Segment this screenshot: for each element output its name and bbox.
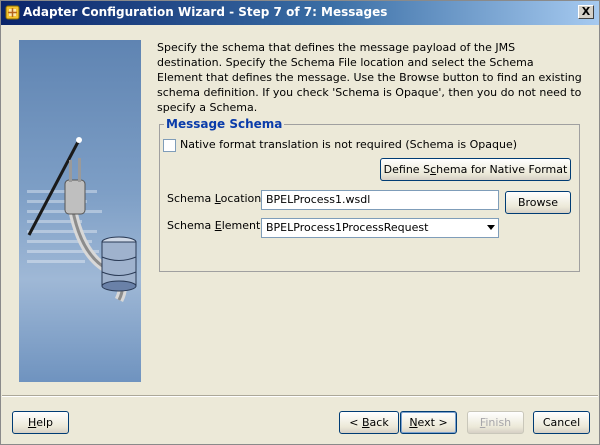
message-schema-legend: Message Schema [164, 117, 285, 131]
help-button[interactable]: Help [12, 411, 69, 434]
cancel-button[interactable]: Cancel [533, 411, 590, 434]
schema-opaque-label[interactable]: Native format translation is not require… [180, 138, 517, 151]
browse-button[interactable]: Browse [505, 191, 571, 214]
close-icon: X [581, 5, 591, 18]
title-bar[interactable]: Adapter Configuration Wizard - Step 7 of… [1, 1, 599, 25]
window-title: Adapter Configuration Wizard - Step 7 of… [23, 5, 388, 19]
schema-element-label: Schema Element: [167, 219, 264, 232]
plug-database-illustration [27, 137, 137, 303]
wizard-side-graphic [19, 40, 141, 382]
footer-separator [2, 395, 598, 397]
dropdown-arrow-icon[interactable] [487, 225, 495, 230]
schema-location-input[interactable]: BPELProcess1.wsdl [261, 190, 499, 210]
define-schema-native-format-button[interactable]: Define Schema for Native Format [380, 158, 571, 181]
close-button[interactable]: X [578, 5, 594, 19]
finish-button: Finish [467, 411, 524, 434]
schema-element-select[interactable]: BPELProcess1ProcessRequest [261, 218, 499, 238]
step-description: Specify the schema that defines the mess… [157, 41, 582, 114]
wizard-window: Adapter Configuration Wizard - Step 7 of… [0, 0, 600, 445]
schema-opaque-checkbox[interactable] [163, 139, 176, 152]
wizard-body: Specify the schema that defines the mess… [2, 26, 598, 443]
next-button[interactable]: Next > [400, 411, 457, 434]
oracle-jdev-icon [5, 5, 20, 20]
schema-location-label: Schema Location: [167, 192, 265, 205]
schema-element-value: BPELProcess1ProcessRequest [266, 221, 429, 234]
back-button[interactable]: < Back [339, 411, 399, 434]
